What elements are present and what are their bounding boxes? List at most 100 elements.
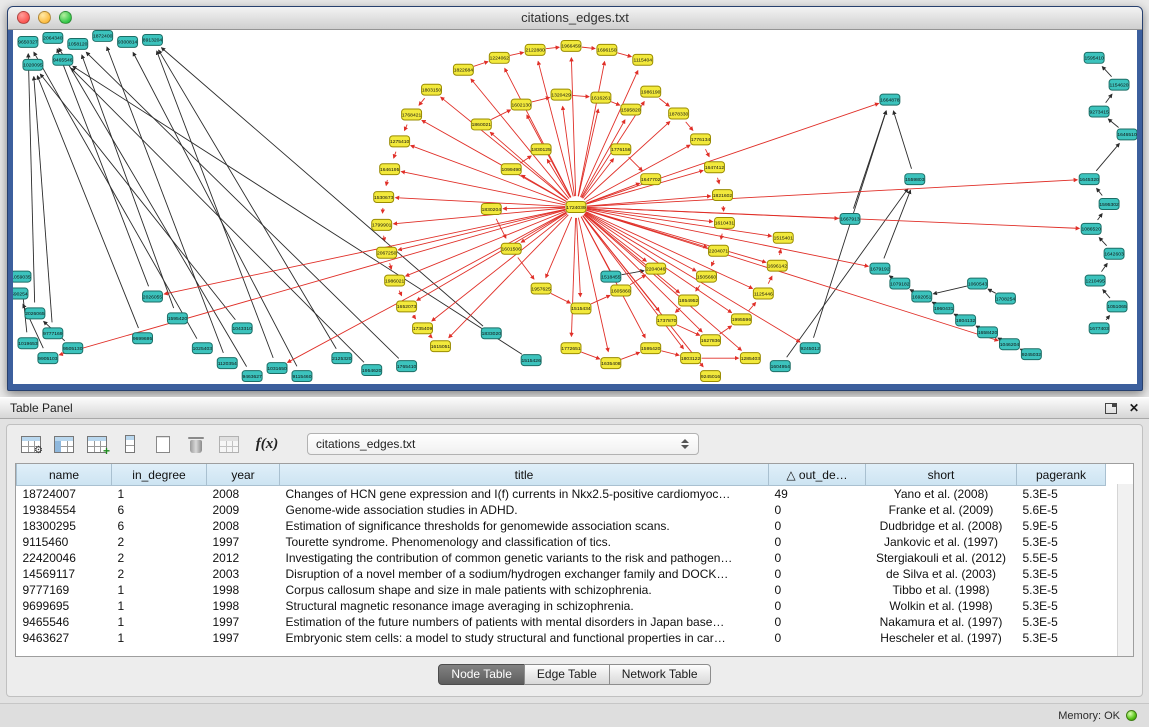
- table-toolbar-icons: f(x): [19, 432, 284, 456]
- graph-edge: [581, 120, 625, 198]
- table-row[interactable]: 1872400712008Changes of HCN gene express…: [17, 486, 1106, 503]
- table-mode-button[interactable]: [19, 432, 43, 456]
- show-hide-columns-button[interactable]: [52, 432, 76, 456]
- graph-node-label: 1696142: [768, 263, 788, 269]
- table-cell: Yano et al. (2008): [866, 486, 1017, 503]
- graph-node-label: 1646195: [380, 167, 400, 173]
- graph-edge: [933, 286, 966, 294]
- table-cell: 2009: [207, 502, 280, 518]
- table-row[interactable]: 911546021997Tourette syndrome. Phenomeno…: [17, 534, 1106, 550]
- graph-edge: [705, 149, 709, 156]
- table-tabs: Node TableEdge TableNetwork Table: [7, 657, 1142, 691]
- table-cell: Estimation of the future numbers of pati…: [280, 614, 769, 630]
- graph-edge: [621, 352, 639, 359]
- tab-node-table[interactable]: Node Table: [438, 664, 525, 685]
- table-cell: 19384554: [17, 502, 112, 518]
- table-cell: 5.3E-5: [1017, 534, 1106, 550]
- graph-edge: [34, 52, 197, 338]
- column-header-pagerank[interactable]: pagerank: [1017, 464, 1106, 486]
- close-window-button[interactable]: [17, 11, 30, 24]
- create-column-button[interactable]: [85, 432, 109, 456]
- graph-node-label: 1776156: [611, 147, 631, 153]
- zoom-window-button[interactable]: [59, 11, 72, 24]
- table-cell: 6: [112, 518, 207, 534]
- graph-node-label: 1830204: [482, 207, 502, 213]
- graph-node-label: 1664878: [880, 97, 900, 103]
- table-cell: 1997: [207, 534, 280, 550]
- graph-node-label: 1020095: [23, 63, 43, 69]
- table-row[interactable]: 2242004622012Investigating the contribut…: [17, 550, 1106, 566]
- graph-node-label: 9650327: [18, 40, 38, 46]
- column-header-name[interactable]: name: [17, 464, 112, 486]
- graph-edge: [954, 314, 956, 315]
- table-selector-value: citations_edges.txt: [308, 437, 676, 451]
- graph-edge: [853, 111, 886, 209]
- table-cell: 1: [112, 598, 207, 614]
- graph-edge: [611, 102, 620, 105]
- graph-node-label: 1595410: [1084, 56, 1104, 62]
- column-header-out-de[interactable]: △ out_de…: [769, 464, 866, 486]
- graph-node-label: 1320429: [551, 92, 571, 98]
- graph-node-label: 9463627: [242, 374, 262, 380]
- table-cell: 22420046: [17, 550, 112, 566]
- graph-edge: [582, 47, 595, 48]
- network-canvas[interactable]: 1724039180315017684211275410164619515306…: [13, 30, 1137, 384]
- table-panel-actions: [1105, 401, 1139, 415]
- graph-edge: [910, 290, 912, 291]
- table-panel-title: Table Panel: [10, 401, 73, 415]
- column-header-title[interactable]: title: [280, 464, 769, 486]
- column-header-year[interactable]: year: [207, 464, 280, 486]
- table-row[interactable]: 1456911722003Disruption of a novel membe…: [17, 566, 1106, 582]
- table-cell: 0: [769, 550, 866, 566]
- close-panel-icon[interactable]: [1129, 401, 1139, 415]
- column-button[interactable]: [118, 432, 142, 456]
- table-row[interactable]: 1938455462009Genome-wide association stu…: [17, 502, 1106, 518]
- table-selector-dropdown[interactable]: citations_edges.txt: [307, 433, 699, 455]
- table-cell: Estimation of significance thresholds fo…: [280, 518, 769, 534]
- graph-node-label: 9115460: [292, 374, 311, 380]
- graph-edge: [629, 157, 643, 171]
- graph-node-label: 1595820: [621, 107, 641, 113]
- graph-node-label: 1804132: [956, 318, 976, 324]
- table-row[interactable]: 969969511998Structural magnetic resonanc…: [17, 598, 1106, 614]
- graph-edge: [86, 52, 398, 358]
- graph-node-label: 1060543: [968, 281, 988, 287]
- graph-node-label: 1724039: [566, 205, 586, 211]
- tab-network-table[interactable]: Network Table: [609, 664, 711, 685]
- graph-node-label: 1822684: [454, 68, 474, 74]
- graph-node-label: 1515434: [571, 306, 591, 312]
- float-panel-icon[interactable]: [1105, 403, 1117, 414]
- table-row[interactable]: 946362711997Embryonic stem cells: a mode…: [17, 630, 1106, 646]
- graph-edge: [581, 352, 599, 359]
- graph-edge: [661, 351, 679, 355]
- graph-edge: [396, 198, 565, 207]
- table-cell: 9465546: [17, 614, 112, 630]
- function-builder-button[interactable]: f(x): [250, 432, 284, 456]
- table-cell: 2012: [207, 550, 280, 566]
- memory-status-label: Memory: OK: [1058, 710, 1120, 722]
- minimize-window-button[interactable]: [38, 11, 51, 24]
- table-row[interactable]: 977716911998Corpus callosum shape and si…: [17, 582, 1106, 598]
- table-row[interactable]: 1830029562008Estimation of significance …: [17, 518, 1106, 534]
- table-cell: Dudbridge et al. (2008): [866, 518, 1017, 534]
- tab-edge-table[interactable]: Edge Table: [524, 664, 610, 685]
- table-row[interactable]: 946554611997Estimation of the future num…: [17, 614, 1106, 630]
- table-cell: 0: [769, 518, 866, 534]
- column-header-short[interactable]: short: [866, 464, 1017, 486]
- import-table-button[interactable]: [217, 432, 241, 456]
- table-cell: Stergiakouli et al. (2012): [866, 550, 1017, 566]
- column-header-in-degree[interactable]: in_degree: [112, 464, 207, 486]
- graph-node-label: 1737870: [657, 318, 677, 324]
- graph-edge: [572, 95, 589, 96]
- graph-node-label: 9777169: [43, 331, 63, 337]
- new-table-button[interactable]: [151, 432, 175, 456]
- graph-edge: [157, 51, 273, 358]
- graph-node-label: 1059035: [13, 274, 31, 280]
- graph-node-label: 1645320: [1079, 177, 1099, 183]
- graph-node-label: 2122880: [525, 48, 545, 54]
- graph-edge: [510, 52, 523, 55]
- table-vertical-scrollbar[interactable]: [1117, 484, 1133, 656]
- delete-table-button[interactable]: [184, 432, 208, 456]
- table-panel: Table Panel f(x) citations_edges.txt nam…: [0, 397, 1149, 703]
- network-window-titlebar[interactable]: citations_edges.txt: [8, 7, 1142, 30]
